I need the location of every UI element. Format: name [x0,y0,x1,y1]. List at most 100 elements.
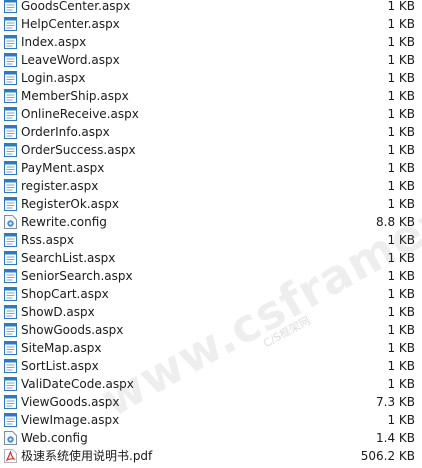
aspx-file-icon [4,107,17,121]
file-row[interactable]: GoodsCenter.aspx 1 KB [0,0,422,15]
file-name: ShowD.aspx [21,305,95,319]
file-name: ValiDateCode.aspx [21,377,134,391]
file-row[interactable]: SearchList.aspx 1 KB [0,249,422,267]
file-name: Rss.aspx [21,233,74,247]
file-size: 8.8 KB [376,215,415,229]
file-name: RegisterOk.aspx [21,197,119,211]
aspx-file-icon [4,179,17,193]
file-row[interactable]: ShowGoods.aspx 1 KB [0,321,422,339]
file-size: 1 KB [387,359,415,373]
file-name: SearchList.aspx [21,251,116,265]
file-row[interactable]: 极速系统使用说明书.pdf 506.2 KB [0,447,422,465]
file-size: 1 KB [387,413,415,427]
file-name: OrderInfo.aspx [21,125,110,139]
file-name: ShopCart.aspx [21,287,109,301]
file-name: PayMent.aspx [21,161,105,175]
aspx-file-icon [4,197,17,211]
file-name: Login.aspx [21,71,86,85]
file-size: 1 KB [387,17,415,31]
aspx-file-icon [4,17,17,31]
aspx-file-icon [4,305,17,319]
aspx-file-icon [4,0,17,13]
file-size: 1 KB [387,377,415,391]
file-name: Web.config [21,431,88,445]
file-size: 1 KB [387,179,415,193]
file-name: SiteMap.aspx [21,341,102,355]
file-size: 1 KB [387,71,415,85]
file-size: 1 KB [387,341,415,355]
file-row[interactable]: ShopCart.aspx 1 KB [0,285,422,303]
file-name: LeaveWord.aspx [21,53,120,67]
file-row[interactable]: HelpCenter.aspx 1 KB [0,15,422,33]
file-size: 1 KB [387,89,415,103]
aspx-file-icon [4,143,17,157]
file-size: 1 KB [387,0,415,13]
file-row[interactable]: ViewGoods.aspx 7.3 KB [0,393,422,411]
file-name: ViewImage.aspx [21,413,120,427]
file-size: 1 KB [387,251,415,265]
aspx-file-icon [4,413,17,427]
file-name: register.aspx [21,179,99,193]
config-file-icon [4,215,17,229]
file-name: MemberShip.aspx [21,89,129,103]
aspx-file-icon [4,269,17,283]
pdf-file-icon [4,449,17,463]
file-size: 1 KB [387,161,415,175]
aspx-file-icon [4,377,17,391]
file-size: 1 KB [387,305,415,319]
file-name: Rewrite.config [21,215,107,229]
aspx-file-icon [4,233,17,247]
aspx-file-icon [4,251,17,265]
file-row[interactable]: Rewrite.config 8.8 KB [0,213,422,231]
file-name: ShowGoods.aspx [21,323,124,337]
file-row[interactable]: OrderInfo.aspx 1 KB [0,123,422,141]
aspx-file-icon [4,161,17,175]
file-name: SeniorSearch.aspx [21,269,133,283]
aspx-file-icon [4,287,17,301]
file-name: 极速系统使用说明书.pdf [21,449,153,463]
aspx-file-icon [4,71,17,85]
file-size: 1 KB [387,125,415,139]
file-row[interactable]: ShowD.aspx 1 KB [0,303,422,321]
file-name: OnlineReceive.aspx [21,107,139,121]
file-size: 1 KB [387,107,415,121]
file-row[interactable]: OnlineReceive.aspx 1 KB [0,105,422,123]
file-size: 1 KB [387,269,415,283]
file-row[interactable]: register.aspx 1 KB [0,177,422,195]
file-name: OrderSuccess.aspx [21,143,136,157]
file-name: HelpCenter.aspx [21,17,120,31]
file-row[interactable]: SiteMap.aspx 1 KB [0,339,422,357]
aspx-file-icon [4,323,17,337]
file-row[interactable]: Rss.aspx 1 KB [0,231,422,249]
file-row[interactable]: SortList.aspx 1 KB [0,357,422,375]
config-file-icon [4,431,17,445]
file-name: Index.aspx [21,35,87,49]
aspx-file-icon [4,35,17,49]
file-row[interactable]: ViewImage.aspx 1 KB [0,411,422,429]
file-row[interactable]: ValiDateCode.aspx 1 KB [0,375,422,393]
file-row[interactable]: OrderSuccess.aspx 1 KB [0,141,422,159]
file-row[interactable]: MemberShip.aspx 1 KB [0,87,422,105]
file-size: 1 KB [387,143,415,157]
aspx-file-icon [4,125,17,139]
aspx-file-icon [4,53,17,67]
file-row[interactable]: Index.aspx 1 KB [0,33,422,51]
file-row[interactable]: Web.config 1.4 KB [0,429,422,447]
file-size: 506.2 KB [360,449,415,463]
file-row[interactable]: LeaveWord.aspx 1 KB [0,51,422,69]
file-name: GoodsCenter.aspx [21,0,131,13]
file-row[interactable]: PayMent.aspx 1 KB [0,159,422,177]
file-size: 1 KB [387,323,415,337]
aspx-file-icon [4,395,17,409]
file-row[interactable]: SeniorSearch.aspx 1 KB [0,267,422,285]
file-name: ViewGoods.aspx [21,395,120,409]
file-size: 1 KB [387,197,415,211]
file-size: 1 KB [387,233,415,247]
aspx-file-icon [4,359,17,373]
file-size: 1 KB [387,53,415,67]
file-size: 1 KB [387,287,415,301]
file-size: 7.3 KB [376,395,415,409]
file-list: GoodsCenter.aspx 1 KB HelpCenter.aspx 1 KB I… [0,0,422,465]
file-row[interactable]: RegisterOk.aspx 1 KB [0,195,422,213]
file-row[interactable]: Login.aspx 1 KB [0,69,422,87]
